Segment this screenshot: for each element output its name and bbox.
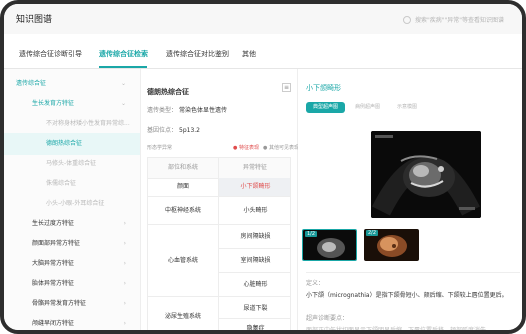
syndrome-title: 德朗热综合征 — [147, 88, 189, 96]
tree-group-overgrowth[interactable]: 生长过度方特征 › — [4, 213, 140, 235]
chevron-right-icon: › — [123, 280, 126, 287]
system-cell-cardio: 心血管系统 — [167, 257, 198, 264]
row-separator — [218, 318, 290, 319]
active-tab-indicator — [99, 66, 147, 68]
feature-cell-cryptorchidism[interactable]: 隐睾症 — [219, 320, 290, 330]
system-cell-cns: 中枢神经系统 — [164, 207, 201, 214]
info-icon — [402, 15, 411, 24]
tree-group-craniosynostosis[interactable]: 颅缝早闭方特征 › — [4, 313, 140, 330]
legend-characteristic: ● 特征表现 — [233, 145, 259, 151]
tree-group-face[interactable]: 颜面部异常方特征 › — [4, 233, 140, 255]
chevron-down-icon: ⌄ — [120, 80, 126, 87]
tab-other[interactable]: 其他 — [242, 49, 256, 59]
thumbnail-1-badge: 1/2 — [305, 231, 318, 237]
category-tree: 遗传综合征 ⌄ 生长发育方特征 ⌄ 不对称身材矮小性发育异常综... 德朗热综合… — [4, 69, 141, 330]
feature-title: 小下颌畸形 — [306, 84, 341, 92]
thumbnail-1[interactable]: 1/2 — [302, 229, 357, 261]
thumbnail-2-badge: 2/2 — [366, 230, 379, 236]
table-header-system: 部位和系统 — [148, 158, 218, 179]
chevron-right-icon: › — [123, 320, 126, 327]
pill-schematic[interactable]: 示意模图 — [390, 102, 424, 113]
app-window: 知识图谱 搜索"疾病""异常"等查看知识图谱 遗传综合征诊断引导 遗传综合征检索… — [0, 0, 526, 334]
search-hint[interactable]: 搜索"疾病""异常"等查看知识图谱 — [402, 15, 504, 24]
feature-cell-vsd[interactable]: 室间隔缺损 — [219, 252, 290, 270]
inheritance-label: 遗传类型： — [147, 107, 178, 114]
chevron-right-icon: › — [123, 260, 126, 267]
phenotype-label: 形态学异常 — [147, 145, 173, 151]
main-tabs: 遗传综合征诊断引导 遗传综合征检索 遗传综合征对比鉴别 其他 — [4, 34, 522, 69]
tree-group-body[interactable]: 胎体异常方特征 › — [4, 273, 140, 295]
tree-item-de-lange[interactable]: 德朗热综合征 — [4, 133, 140, 155]
feature-cell-microcephaly[interactable]: 小头畸形 — [219, 202, 290, 220]
image-viewer — [306, 125, 520, 230]
row-separator — [148, 224, 290, 225]
row-separator — [218, 272, 290, 273]
definition-text: 小下颌（micrognathia）是指下颌骨短小、颏后缩、下颌较上唇位置更后。 — [306, 292, 508, 299]
row-separator — [218, 248, 290, 249]
definition-label: 定义： — [306, 280, 325, 287]
tree-item-asymmetric-short[interactable]: 不对称身材矮小性发育异常综... — [4, 113, 140, 135]
legend-other: ● 其他可见表现 — [263, 145, 299, 151]
pill-case-ultrasound[interactable]: 病例超声图 — [348, 102, 387, 113]
feature-cell-asd[interactable]: 房间隔缺损 — [219, 228, 290, 246]
row-separator — [148, 196, 290, 197]
feature-cell-heart-malformation[interactable]: 心脏畸形 — [219, 276, 290, 294]
tab-diagnosis-guide[interactable]: 遗传综合征诊断引导 — [19, 49, 82, 59]
chevron-right-icon: › — [123, 300, 126, 307]
inheritance-value: 常染色体显性遗传 — [179, 107, 228, 114]
thumbnail-strip: 1/2 2/2 — [298, 229, 518, 265]
table-header-feature: 异常特征 — [218, 158, 290, 179]
ultrasound-graphic — [371, 131, 481, 218]
tree-group-growth[interactable]: 生长发育方特征 ⌄ — [4, 93, 140, 115]
search-hint-text: 搜索"疾病""异常"等查看知识图谱 — [414, 17, 504, 24]
pill-typical-ultrasound[interactable]: 典型超声图 — [306, 102, 346, 113]
tree-group-brain[interactable]: 大脑异常方特征 › — [4, 253, 140, 275]
feature-detail-panel: 小下颌畸形 典型超声图 病例超声图 示意模图 1/2 2/2 定义： 小下颌（m… — [298, 69, 522, 334]
syndrome-detail: 德朗热综合征 ≡ 遗传类型： 常染色体显性遗传 基因位点： 5p13.2 形态学异常… — [141, 69, 299, 330]
title-bar: 知识图谱 搜索"疾病""异常"等查看知识图谱 — [4, 4, 522, 35]
menu-icon[interactable]: ≡ — [282, 83, 291, 92]
inheritance-row: 遗传类型： 常染色体显性遗传 — [147, 105, 227, 114]
phenotype-table: 部位和系统 异常特征 小下颌畸形 颜面 中枢神经系统 小头畸形 房间隔缺损 心血… — [147, 157, 291, 330]
tab-syndrome-search[interactable]: 遗传综合征检索 — [99, 49, 148, 59]
ultrasound-features-label: 超声诊断要点： — [306, 315, 349, 322]
tab-syndrome-compare[interactable]: 遗传综合征对比鉴别 — [166, 49, 229, 59]
locus-label: 基因位点： — [147, 127, 178, 134]
system-cell-face: 颜面 — [176, 183, 189, 190]
tree-root-genetic-syndrome[interactable]: 遗传综合征 ⌄ — [4, 73, 140, 95]
locus-value: 5p13.2 — [179, 127, 201, 134]
feature-cell-micrognathia[interactable]: 小下颌畸形 — [219, 178, 290, 196]
ultrasound-image[interactable] — [371, 131, 481, 218]
app-title: 知识图谱 — [16, 15, 53, 25]
locus-row: 基因位点： 5p13.2 — [147, 125, 200, 134]
chevron-down-icon: ⌄ — [120, 100, 126, 107]
ultrasound-features-text: 面部正中矢状切面显示下颌明显后缩，下唇位置后移，颏部弧度消失… — [306, 327, 493, 334]
tree-item-dwarfism[interactable]: 侏儒综合征 — [4, 173, 140, 195]
tree-item-head-weight[interactable]: 马修头-体重综合征 — [4, 153, 140, 175]
tree-item-microcephaly-eye-ear[interactable]: 小头-小眼-外耳综合征 — [4, 193, 140, 215]
thumbnail-2[interactable]: 2/2 — [364, 229, 419, 261]
row-separator — [148, 296, 290, 297]
chevron-right-icon: › — [123, 240, 126, 247]
panel-divider — [306, 272, 520, 273]
chevron-right-icon: › — [123, 220, 126, 227]
feature-cell-hypospadias[interactable]: 尿道下裂 — [219, 300, 290, 318]
tree-group-skeleton[interactable]: 骨骼异常发育方特征 › — [4, 293, 140, 315]
system-cell-urogenital: 泌尿生殖系统 — [164, 313, 201, 320]
